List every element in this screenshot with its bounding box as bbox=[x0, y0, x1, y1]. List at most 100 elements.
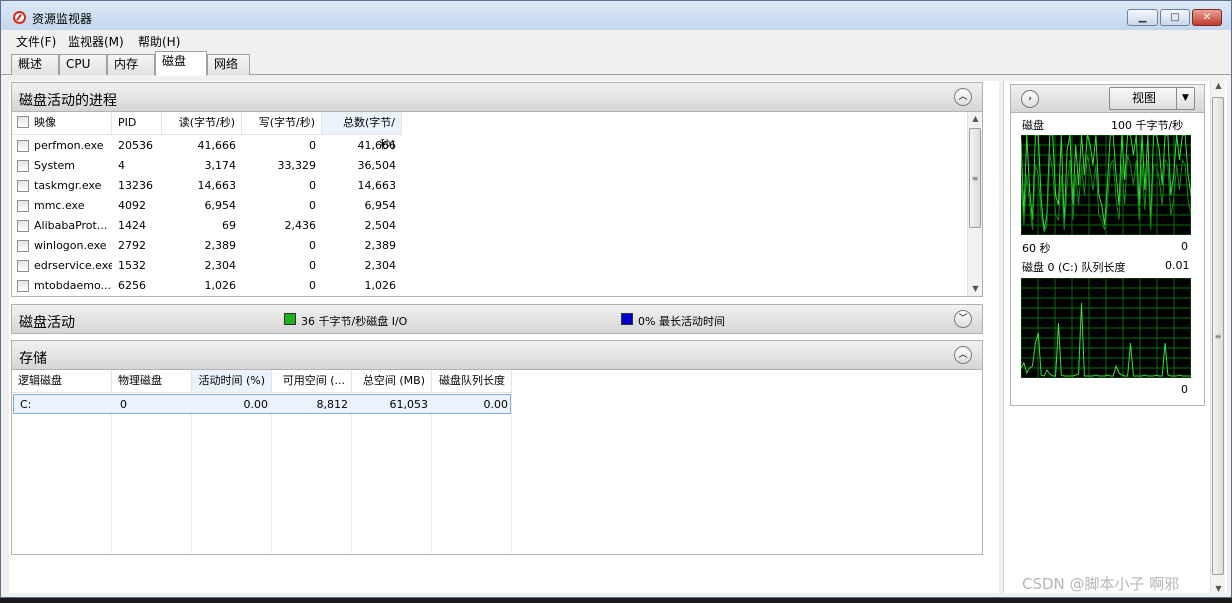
expand-chevron-icon[interactable]: ﹀ bbox=[954, 310, 972, 328]
cell-write: 0 bbox=[309, 259, 316, 272]
cell-logical-disk: C: bbox=[20, 398, 32, 411]
cell-write: 33,329 bbox=[277, 159, 317, 172]
cell-total-space: 61,053 bbox=[389, 398, 429, 411]
view-button[interactable]: 视图 ▼ bbox=[1109, 87, 1195, 110]
disk-processes-table: 映像 PID 读(字节/秒) 写(字节/秒) 总数(字节/秒) perfmon.… bbox=[11, 112, 983, 297]
table-row[interactable]: AlibabaProt... 1424 69 2,436 2,504 bbox=[12, 216, 402, 236]
grid-line bbox=[112, 393, 192, 553]
column-total[interactable]: 总数(字节/秒) bbox=[322, 112, 402, 151]
disk-throughput-chart bbox=[1021, 135, 1191, 235]
cell-image: taskmgr.exe bbox=[34, 179, 102, 192]
cell-pid: 6256 bbox=[118, 279, 146, 292]
cell-total: 2,504 bbox=[364, 219, 397, 232]
charts-scrollbar[interactable]: ▲ ≡ ▼ bbox=[1210, 81, 1225, 593]
cell-total: 36,504 bbox=[357, 159, 397, 172]
title-bar[interactable]: 资源监视器 ▁ □ ✕ bbox=[1, 1, 1231, 30]
storage-table: 逻辑磁盘 物理磁盘 活动时间 (%) 可用空间 (... 总空间 (MB) 磁盘… bbox=[11, 370, 983, 555]
disk-processes-header[interactable]: 磁盘活动的进程 ︿ bbox=[11, 82, 983, 112]
cell-total: 6,954 bbox=[364, 199, 397, 212]
column-logical-disk[interactable]: 逻辑磁盘 bbox=[12, 370, 112, 392]
scroll-up-arrow-icon[interactable]: ▲ bbox=[968, 112, 983, 126]
cell-active-time: 0.00 bbox=[243, 398, 269, 411]
table-row[interactable]: C: 0 0.00 8,812 61,053 0.00 bbox=[13, 394, 511, 414]
active-time-legend-label: 0% 最长活动时间 bbox=[638, 315, 725, 328]
menu-monitor[interactable]: 监视器(M) bbox=[68, 33, 124, 50]
grid-line bbox=[352, 393, 432, 553]
main-scrollbar[interactable] bbox=[988, 81, 999, 593]
cell-write: 2,436 bbox=[284, 219, 317, 232]
column-queue-length[interactable]: 磁盘队列长度 bbox=[432, 370, 512, 392]
column-read[interactable]: 读(字节/秒) bbox=[162, 112, 242, 134]
active-time-legend-swatch bbox=[621, 313, 633, 325]
column-physical-disk[interactable]: 物理磁盘 bbox=[112, 370, 192, 392]
cell-write: 0 bbox=[309, 179, 316, 192]
cell-write: 0 bbox=[309, 199, 316, 212]
window-title: 资源监视器 bbox=[32, 12, 93, 26]
cell-read: 14,663 bbox=[197, 179, 237, 192]
chart1-min-label: 0 bbox=[1181, 240, 1188, 253]
cell-total: 2,389 bbox=[364, 239, 397, 252]
chart1-time-label: 60 秒 bbox=[1022, 242, 1051, 255]
io-legend-swatch bbox=[284, 313, 296, 325]
tab-overview[interactable]: 概述 bbox=[11, 54, 59, 75]
menu-file[interactable]: 文件(F) bbox=[16, 33, 56, 50]
section-title: 磁盘活动 bbox=[19, 315, 75, 331]
scroll-thumb[interactable]: ≡ bbox=[1212, 97, 1224, 575]
column-free-space[interactable]: 可用空间 (... bbox=[272, 370, 352, 392]
chart1-title: 磁盘 bbox=[1022, 119, 1044, 132]
table-row[interactable]: taskmgr.exe 13236 14,663 0 14,663 bbox=[12, 176, 402, 196]
collapse-chevron-icon[interactable]: ︿ bbox=[954, 346, 972, 364]
cell-pid: 1424 bbox=[118, 219, 146, 232]
scroll-down-arrow-icon[interactable]: ▼ bbox=[968, 282, 983, 296]
storage-header[interactable]: 存储 ︿ bbox=[11, 340, 983, 370]
disk-queue-length-chart bbox=[1021, 278, 1191, 378]
io-legend-label: 36 千字节/秒磁盘 I/O bbox=[301, 315, 408, 328]
tab-disk[interactable]: 磁盘 bbox=[155, 51, 207, 76]
cell-image: mmc.exe bbox=[34, 199, 85, 212]
dropdown-arrow-icon[interactable]: ▼ bbox=[1176, 88, 1194, 109]
processes-scrollbar[interactable]: ▲ ≡ ▼ bbox=[967, 112, 982, 296]
cell-read: 41,666 bbox=[197, 139, 237, 152]
cell-write: 0 bbox=[309, 279, 316, 292]
select-all-checkbox[interactable] bbox=[17, 116, 29, 128]
table-header-row: 映像 PID 读(字节/秒) 写(字节/秒) 总数(字节/秒) bbox=[12, 112, 402, 151]
table-row[interactable]: mmc.exe 4092 6,954 0 6,954 bbox=[12, 196, 402, 216]
tab-network[interactable]: 网络 bbox=[207, 54, 250, 75]
tab-cpu[interactable]: CPU bbox=[59, 54, 107, 75]
cell-read: 6,954 bbox=[204, 199, 237, 212]
table-row[interactable]: perfmon.exe 20536 41,666 0 41,666 bbox=[12, 136, 402, 156]
table-row[interactable]: mtobdaemo... 6256 1,026 0 1,026 bbox=[12, 276, 402, 296]
cell-queue-length: 0.00 bbox=[483, 398, 509, 411]
table-row[interactable]: winlogon.exe 2792 2,389 0 2,389 bbox=[12, 236, 402, 256]
column-image[interactable]: 映像 bbox=[12, 112, 112, 134]
cell-image: System bbox=[34, 159, 76, 172]
cell-free-space: 8,812 bbox=[316, 398, 349, 411]
grid-line bbox=[432, 393, 512, 553]
column-active-time[interactable]: 活动时间 (%) bbox=[192, 370, 272, 392]
scroll-down-arrow-icon[interactable]: ▼ bbox=[1211, 584, 1226, 593]
disk-activity-header[interactable]: 磁盘活动 36 千字节/秒磁盘 I/O 0% 最长活动时间 ﹀ bbox=[11, 304, 983, 334]
chart2-min-label: 0 bbox=[1181, 383, 1188, 396]
scroll-thumb[interactable]: ≡ bbox=[969, 128, 981, 228]
scroll-up-arrow-icon[interactable]: ▲ bbox=[1211, 81, 1226, 90]
table-row[interactable]: edrservice.exe 1532 2,304 0 2,304 bbox=[12, 256, 402, 276]
column-total-space[interactable]: 总空间 (MB) bbox=[352, 370, 432, 392]
column-write[interactable]: 写(字节/秒) bbox=[242, 112, 322, 134]
maximize-button[interactable]: □ bbox=[1160, 9, 1190, 26]
table-header-row: 逻辑磁盘 物理磁盘 活动时间 (%) 可用空间 (... 总空间 (MB) 磁盘… bbox=[12, 370, 512, 393]
collapse-chevron-icon[interactable]: ︿ bbox=[954, 88, 972, 106]
table-row[interactable]: System 4 3,174 33,329 36,504 bbox=[12, 156, 402, 176]
close-button[interactable]: ✕ bbox=[1192, 9, 1222, 26]
chart2-title: 磁盘 0 (C:) 队列长度 bbox=[1022, 261, 1126, 274]
menu-help[interactable]: 帮助(H) bbox=[138, 33, 180, 50]
grid-line bbox=[272, 393, 352, 553]
menu-bar: 文件(F) 监视器(M) 帮助(H) bbox=[1, 30, 1231, 49]
cell-image: edrservice.exe bbox=[34, 259, 112, 272]
column-pid[interactable]: PID bbox=[112, 112, 162, 134]
chevron-right-icon[interactable]: › bbox=[1021, 90, 1039, 108]
cell-pid: 2792 bbox=[118, 239, 146, 252]
tab-strip: 概述 CPU 内存 磁盘 网络 bbox=[1, 49, 1231, 76]
cell-pid: 4 bbox=[118, 159, 125, 172]
minimize-button[interactable]: ▁ bbox=[1127, 9, 1158, 26]
tab-memory[interactable]: 内存 bbox=[107, 54, 155, 75]
